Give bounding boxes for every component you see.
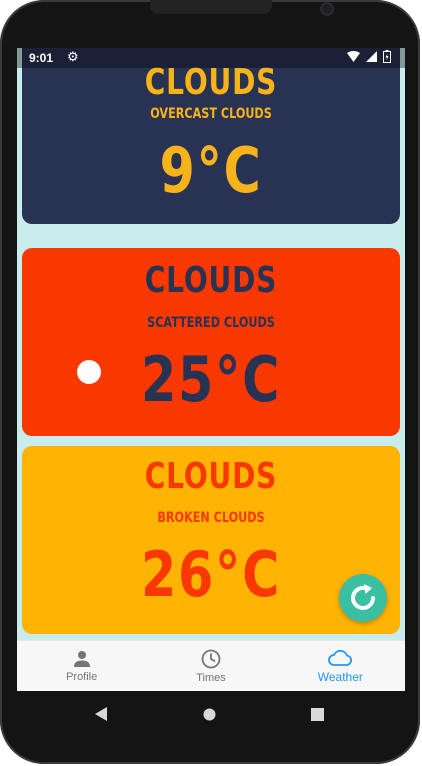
weather-temperature: 25°C [140, 343, 282, 416]
status-icons [347, 50, 391, 63]
speaker-grille [150, 0, 272, 14]
nav-item-weather[interactable]: Weather [276, 641, 405, 691]
weather-main: CLOUDS [144, 456, 278, 497]
weather-description: BROKEN CLOUDS [157, 510, 265, 526]
phone-frame: 9:01 ⚙ CLOUDS OVERCAST CLOUDS 9°C CLOUDS… [0, 0, 420, 764]
weather-temperature: 26°C [140, 538, 282, 611]
system-navigation-bar [17, 691, 405, 737]
home-icon[interactable] [203, 708, 216, 721]
recents-icon[interactable] [311, 708, 324, 721]
nav-item-profile[interactable]: Profile [17, 641, 146, 691]
front-camera [322, 4, 332, 14]
settings-gear-icon: ⚙ [67, 49, 79, 64]
nav-item-times[interactable]: Times [146, 641, 275, 691]
weather-card[interactable]: CLOUDS SCATTERED CLOUDS 25°C [22, 248, 400, 436]
weather-card[interactable]: CLOUDS OVERCAST CLOUDS 9°C [22, 48, 400, 224]
status-time: 9:01 [29, 51, 54, 65]
bottom-navigation: Profile Times Weather [17, 640, 405, 691]
wifi-icon [347, 51, 360, 62]
person-icon [73, 651, 90, 667]
back-icon[interactable] [94, 706, 108, 722]
nav-label-times: Times [196, 672, 226, 684]
refresh-icon [351, 584, 375, 610]
weather-temperature: 9°C [159, 134, 263, 207]
cloud-icon [328, 649, 353, 666]
weather-description: SCATTERED CLOUDS [147, 315, 275, 331]
weather-main: CLOUDS [144, 260, 278, 301]
refresh-button[interactable] [339, 574, 387, 622]
nav-label-profile: Profile [66, 671, 98, 683]
nav-label-weather: Weather [317, 670, 363, 684]
signal-icon [366, 51, 377, 62]
weather-main: CLOUDS [144, 62, 278, 103]
weather-description: OVERCAST CLOUDS [150, 106, 272, 122]
battery-icon [383, 50, 391, 63]
clock-icon [201, 649, 221, 669]
status-bar: 9:01 ⚙ [17, 48, 405, 68]
app-screen: 9:01 ⚙ CLOUDS OVERCAST CLOUDS 9°C CLOUDS… [17, 48, 405, 691]
